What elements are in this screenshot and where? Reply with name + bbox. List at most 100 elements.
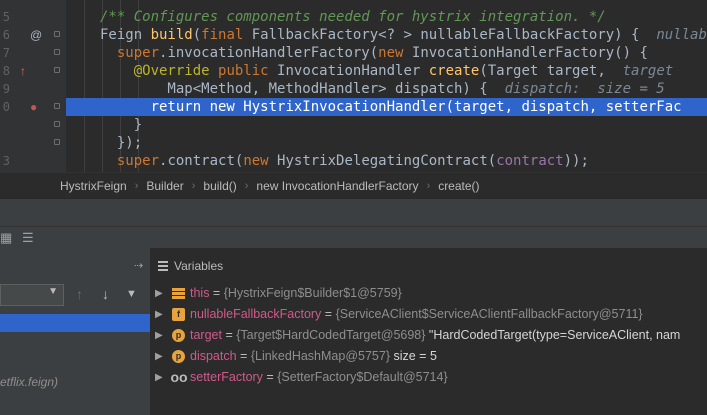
fold-marker-icon[interactable]: [54, 67, 60, 73]
code-token: super: [100, 153, 160, 169]
equals-sign: =: [209, 286, 224, 300]
gutter-row[interactable]: 6 @: [0, 26, 66, 44]
variables-icon: [158, 261, 168, 271]
frame-list-item-selected[interactable]: [0, 314, 150, 332]
code-token: Feign: [100, 27, 151, 43]
debug-subtoolbar: ▦ ☰: [0, 226, 707, 249]
code-token: nullab: [656, 27, 707, 43]
fold-marker-icon[interactable]: [54, 49, 60, 55]
expand-arrow-icon[interactable]: ▶: [155, 304, 163, 325]
gutter-row[interactable]: 5: [0, 8, 66, 26]
variable-row[interactable]: ▶ oo setterFactory = {SetterFactory$Defaul…: [150, 367, 707, 388]
code-token: (Target target,: [479, 63, 623, 79]
code-area[interactable]: /** Configures components needed for hys…: [66, 0, 707, 172]
variables-title: Variables: [174, 259, 224, 273]
fold-marker-icon[interactable]: [54, 31, 60, 37]
code-line[interactable]: });: [66, 134, 707, 152]
expand-arrow-icon[interactable]: ▶: [155, 367, 163, 388]
code-token: new: [378, 45, 412, 61]
variable-name: dispatch: [190, 349, 237, 363]
breadcrumb-item[interactable]: create(): [438, 179, 479, 193]
variable-extra: size = 5: [390, 349, 437, 363]
breadcrumb-item[interactable]: build(): [203, 179, 236, 193]
gutter-row[interactable]: [0, 134, 66, 152]
thread-selector[interactable]: ▼: [0, 284, 64, 306]
code-token: HystrixDelegatingContract(: [277, 153, 497, 169]
breadcrumb: HystrixFeign › Builder › build() › new Invocat…: [0, 172, 707, 198]
breadcrumb-item[interactable]: HystrixFeign: [60, 179, 127, 193]
code-line[interactable]: Feign build(final FallbackFactory<? > nu…: [66, 26, 707, 44]
code-token: return: [100, 99, 210, 115]
gutter-row[interactable]: [0, 116, 66, 134]
code-token: dispatch: size = 5: [504, 81, 665, 97]
code-token: (: [192, 27, 202, 43]
line-number: 5: [2, 10, 10, 24]
code-editor[interactable]: 5 6 @7 8 ↑ 9 0 ● 3 /** Configures components nee…: [0, 0, 707, 172]
breadcrumb-item[interactable]: Builder: [146, 179, 183, 193]
variable-text: nullableFallbackFactory = {ServiceAClien…: [190, 304, 643, 325]
gutter-row[interactable]: 3: [0, 152, 66, 170]
code-token: create: [428, 63, 480, 79]
breadcrumb-item[interactable]: new InvocationHandlerFactory: [256, 179, 418, 193]
parameter-icon: p: [172, 350, 185, 363]
breadcrumb-separator-icon: ›: [426, 179, 431, 192]
expand-arrow-icon[interactable]: ▶: [155, 283, 163, 304]
code-token: ));: [563, 153, 589, 169]
variable-value: {LinkedHashMap@5757}: [250, 349, 390, 363]
variable-text: target = {Target$HardCodedTarget@5698} "…: [190, 325, 680, 346]
breadcrumb-separator-icon: ›: [244, 179, 249, 192]
variable-value: {HystrixFeign$Builder$1@5759}: [223, 286, 402, 300]
code-token: InvocationHandler: [277, 63, 429, 79]
frames-panel: ▼ ↑ ↓ ▼ etflix.feign): [0, 248, 151, 415]
frames-layout-icon[interactable]: ▦: [0, 227, 12, 249]
threads-layout-icon[interactable]: ☰: [22, 227, 34, 249]
equals-sign: =: [236, 349, 251, 363]
expand-arrow-icon[interactable]: ▶: [155, 346, 163, 367]
line-number: 6: [2, 28, 10, 42]
code-line[interactable]: super.invocationHandlerFactory(new Invoc…: [66, 44, 707, 62]
code-token: contract: [496, 153, 564, 169]
arrow-down-icon[interactable]: ↓: [102, 286, 109, 302]
current-execution-line[interactable]: return new HystrixInvocationHandler(targ…: [66, 98, 707, 116]
watch-icon: oo: [170, 369, 188, 385]
gutter-row[interactable]: 0 ●: [0, 98, 66, 116]
variable-text: dispatch = {LinkedHashMap@5757} size = 5: [190, 346, 437, 367]
code-line[interactable]: }: [66, 116, 707, 134]
filter-icon[interactable]: ▼: [126, 288, 137, 300]
variable-row[interactable]: ▶ this = {HystrixFeign$Builder$1@5759}: [150, 283, 707, 304]
code-line[interactable]: @Override public InvocationHandler creat…: [66, 62, 707, 80]
pin-icon[interactable]: ⇢: [134, 256, 143, 276]
fold-marker-icon[interactable]: [54, 121, 60, 127]
variables-header: ⇢ Variables: [134, 256, 707, 276]
code-token: public: [218, 63, 278, 79]
debug-toolbar: [0, 198, 707, 227]
fold-marker-icon[interactable]: [54, 139, 60, 145]
variable-row[interactable]: ▶ f nullableFallbackFactory = {ServiceACli…: [150, 304, 707, 325]
gutter-row[interactable]: 9: [0, 80, 66, 98]
code-token: .invocationHandlerFactory(: [159, 45, 379, 61]
at-sign-icon[interactable]: @: [30, 26, 42, 44]
variable-row[interactable]: ▶ p target = {Target$HardCodedTarget@5698}…: [150, 325, 707, 346]
fold-marker-icon[interactable]: [54, 103, 60, 109]
breakpoint-icon[interactable]: ●: [30, 98, 37, 116]
variable-name: setterFactory: [190, 370, 263, 384]
expand-arrow-icon[interactable]: ▶: [155, 325, 163, 346]
variable-value: {ServiceAClient$ServiceAClientFallbackFa…: [335, 307, 643, 321]
breadcrumb-separator-icon: ›: [134, 179, 139, 192]
code-line[interactable]: super.contract(new HystrixDelegatingCont…: [66, 152, 707, 170]
gutter-row[interactable]: 7: [0, 44, 66, 62]
equals-sign: =: [321, 307, 336, 321]
variable-text: this = {HystrixFeign$Builder$1@5759}: [190, 283, 402, 304]
variable-row[interactable]: ▶ p dispatch = {LinkedHashMap@5757} size =…: [150, 346, 707, 367]
code-line[interactable]: Map<Method, MethodHandler> dispatch) { d…: [66, 80, 707, 98]
frame-package-label: etflix.feign): [0, 375, 59, 389]
variables-panel: ⇢ Variables ▶ this = {HystrixFeign$Builde…: [134, 248, 707, 415]
equals-sign: =: [262, 370, 278, 384]
implement-arrow-icon[interactable]: ↑: [20, 62, 26, 80]
gutter-row[interactable]: 8 ↑: [0, 62, 66, 80]
code-token: build: [150, 27, 193, 43]
editor-gutter: 5 6 @7 8 ↑ 9 0 ● 3: [0, 0, 66, 172]
code-line[interactable]: /** Configures components needed for hys…: [66, 8, 707, 26]
arrow-up-icon[interactable]: ↑: [76, 286, 83, 302]
code-token: target: [622, 63, 674, 79]
